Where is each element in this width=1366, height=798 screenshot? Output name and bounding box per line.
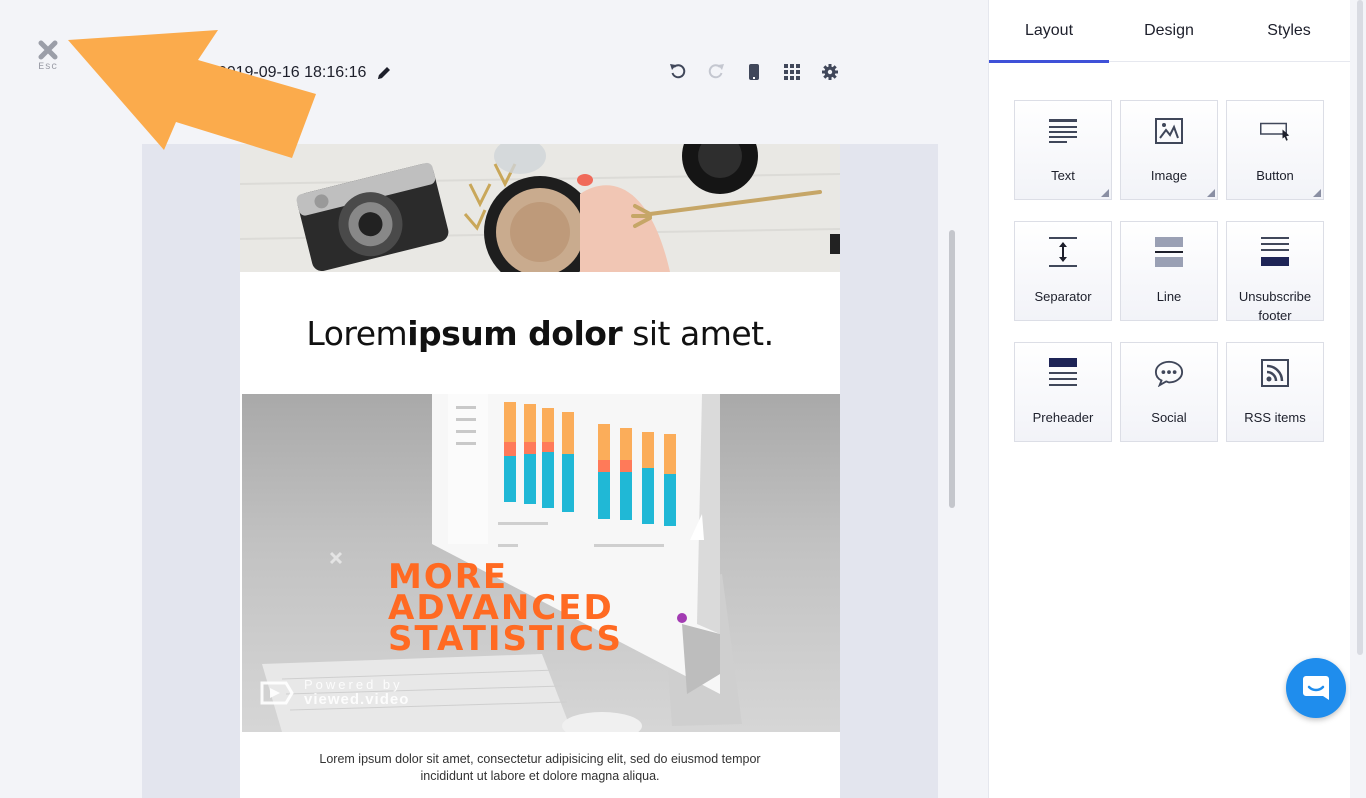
button-icon [1260,116,1290,146]
block-social[interactable]: Social [1120,342,1218,442]
powered-by-badge: Powered by viewed.video [260,678,409,708]
blocks-grid: Text Image Button Separator Line Unsubsc… [1014,100,1324,442]
undo-icon [670,64,686,79]
panel-tabs: Layout Design Styles [989,0,1350,63]
gear-icon [822,64,838,80]
hero-photo-illustration [240,144,840,272]
redo-button[interactable] [706,62,726,82]
promo-line-3: STATISTICS [388,619,623,659]
grid-button[interactable] [782,62,802,82]
block-button[interactable]: Button [1226,100,1324,200]
undo-button[interactable] [668,62,688,82]
email-body-text[interactable]: Lorem ipsum dolor sit amet, consectetur … [300,751,780,785]
block-label: Unsubscribe footer [1238,289,1312,323]
block-rss-items[interactable]: RSS items [1226,342,1324,442]
mobile-preview-icon [749,64,759,80]
block-image[interactable]: Image [1120,100,1218,200]
campaign-title-row: n: 2019-09-16 18:16:16 [200,62,392,84]
block-separator[interactable]: Separator [1014,221,1112,321]
pencil-icon[interactable] [376,65,392,81]
block-label: Separator [1034,289,1092,304]
separator-icon [1048,237,1078,267]
tab-styles[interactable]: Styles [1229,0,1349,62]
block-label: Preheader [1032,410,1094,425]
block-line[interactable]: Line [1120,221,1218,321]
settings-button[interactable] [820,62,840,82]
corner-marker [1101,189,1109,197]
preheader-icon [1048,358,1078,388]
editor-area: Loremipsum dolor sit amet. MORE ADVANCED… [0,0,988,798]
tab-design[interactable]: Design [1109,0,1229,62]
text-icon [1048,116,1078,146]
redo-icon [708,64,724,79]
image-icon [1154,116,1184,146]
promo-video-image[interactable]: MORE ADVANCED STATISTICS Powered by view… [242,394,840,732]
block-unsubscribe-footer[interactable]: Unsubscribe footer [1226,221,1324,323]
unsubscribe-footer-icon [1260,237,1290,267]
block-label: RSS items [1244,410,1306,425]
corner-marker [1313,189,1321,197]
rss-icon [1260,358,1290,388]
grid-icon [784,64,800,80]
editor-scrollbar[interactable] [949,230,955,508]
campaign-title: n: 2019-09-16 18:16:16 [200,64,367,81]
line-icon [1154,237,1184,267]
headline-bold: ipsum dolor [407,314,623,353]
email-preview[interactable]: Loremipsum dolor sit amet. MORE ADVANCED… [240,144,840,798]
headline-regular-start: Lorem [306,314,408,353]
editor-toolbar [668,62,840,82]
block-label: Line [1156,289,1182,304]
mobile-preview-button[interactable] [744,62,764,82]
small-cross-marker [329,551,343,565]
block-label: Image [1150,168,1188,183]
block-text[interactable]: Text [1014,100,1112,200]
chat-bubble-icon [1154,358,1184,388]
block-label: Social [1151,410,1187,425]
chat-icon [1303,676,1329,700]
close-icon [38,40,58,60]
block-label: Button [1256,168,1294,183]
corner-marker [1207,189,1215,197]
powered-by-text: Powered by [304,677,403,692]
block-preheader[interactable]: Preheader [1014,342,1112,442]
close-editor-button[interactable]: Esc [32,38,64,73]
promo-headline: MORE ADVANCED STATISTICS [388,560,623,659]
hero-image[interactable] [240,144,840,272]
email-headline[interactable]: Loremipsum dolor sit amet. [240,314,840,353]
block-label: Text [1051,168,1075,183]
tab-layout[interactable]: Layout [989,0,1109,63]
powered-brand-text: viewed.video [304,691,410,708]
headline-regular-end: sit amet. [622,314,774,353]
video-play-logo-icon [260,681,294,705]
panel-scrollbar[interactable] [1357,0,1363,655]
chat-launcher-button[interactable] [1286,658,1346,718]
esc-label: Esc [38,62,58,73]
